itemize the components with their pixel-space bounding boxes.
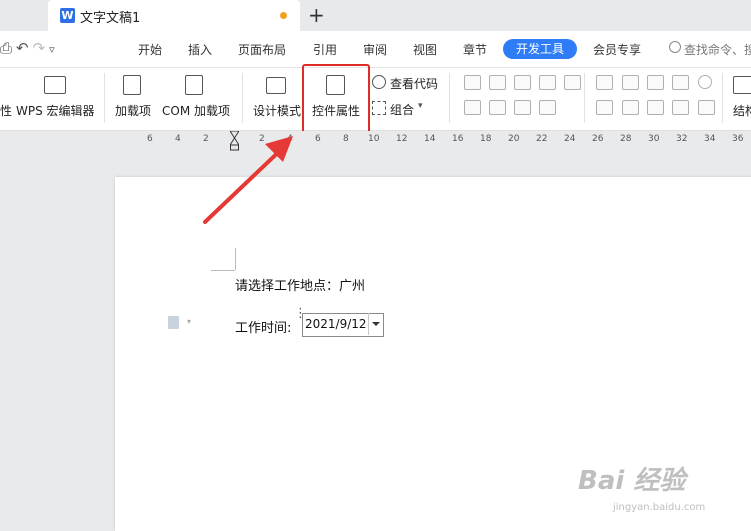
group-icon[interactable] — [372, 101, 386, 115]
scrollbar-control-icon[interactable] — [672, 75, 689, 90]
com-addins-button[interactable]: COM 加载项 — [162, 102, 230, 119]
annotation-arrow — [203, 136, 293, 224]
ruler-tick-label: 26 — [592, 134, 604, 144]
ruler-tick-label: 4 — [175, 134, 181, 144]
margin-corner-mark — [211, 270, 235, 271]
menu-developer-tools[interactable]: 开发工具 — [503, 39, 577, 59]
text-a-control-icon[interactable] — [596, 100, 613, 115]
field-control-icon[interactable] — [622, 100, 639, 115]
menu-view[interactable]: 视图 — [413, 41, 437, 58]
highlight-box — [302, 64, 370, 137]
menu-page-layout[interactable]: 页面布局 — [238, 41, 286, 58]
menu-references[interactable]: 引用 — [313, 41, 337, 58]
ruler-tick-label: 6 — [315, 134, 321, 144]
ruler-tick-label: 10 — [368, 134, 380, 144]
wps-macro-editor-button[interactable]: WPS 宏编辑器 — [16, 102, 95, 119]
menu-home[interactable]: 开始 — [138, 41, 162, 58]
ruler-tick-label: 8 — [343, 134, 349, 144]
ruler-tick-label: 6 — [147, 134, 153, 144]
radio-control-icon[interactable] — [698, 75, 712, 89]
button-btn-control-icon[interactable] — [647, 100, 664, 115]
design-mode-button[interactable]: 设计模式 — [253, 102, 301, 119]
ruler-tick-label: 14 — [424, 134, 436, 144]
ruler-tick-label: 18 — [480, 134, 492, 144]
ruler-tick-label: 28 — [620, 134, 632, 144]
button-control-icon[interactable] — [596, 75, 613, 90]
undo-icon[interactable]: ↶ — [16, 39, 33, 57]
chevron-down-icon[interactable]: ▿ — [49, 43, 59, 56]
search-icon[interactable] — [669, 41, 681, 53]
listbox-control-icon[interactable] — [647, 75, 664, 90]
ruler-tick-label: 30 — [648, 134, 660, 144]
design-mode-icon[interactable] — [266, 77, 286, 94]
ribbon-divider — [722, 73, 723, 123]
ruler-tick-label: 24 — [564, 134, 576, 144]
frame-control-icon[interactable] — [464, 100, 481, 115]
paragraph-options-icon[interactable] — [168, 316, 179, 329]
print-preview-icon[interactable]: ⎙ — [0, 39, 16, 57]
ribbon-partial-left-label: 性 — [0, 104, 13, 118]
menu-review[interactable]: 审阅 — [363, 41, 387, 58]
margin-corner-mark — [235, 248, 236, 270]
ribbon-divider — [449, 73, 450, 123]
new-tab-plus-icon[interactable]: + — [308, 3, 325, 27]
list-control-icon[interactable] — [489, 100, 506, 115]
quick-access-toolbar[interactable]: ⎙↶↷▿ — [0, 39, 59, 57]
table-control-icon[interactable] — [514, 100, 531, 115]
work-time-label: 工作时间: — [235, 321, 292, 336]
picture-control-icon[interactable] — [539, 75, 556, 90]
menu-section[interactable]: 章节 — [463, 41, 487, 58]
baidu-watermark: Bai 经验 — [578, 466, 686, 496]
date-dropdown-button[interactable] — [368, 313, 383, 335]
baidu-watermark-url: jingyan.baidu.com — [613, 502, 706, 513]
structure-icon[interactable] — [733, 76, 751, 94]
unsaved-dot-icon — [280, 12, 287, 19]
menu-member[interactable]: 会员专享 — [593, 41, 641, 58]
spin-control-icon[interactable] — [698, 100, 715, 115]
ribbon-divider — [584, 73, 585, 123]
structure-button[interactable]: 结构 — [733, 102, 751, 119]
ruler-tick-label: 34 — [704, 134, 716, 144]
addins-button[interactable]: 加载项 — [115, 102, 151, 119]
ruler-tick-label: 36 — [732, 134, 744, 144]
textbox-control-icon[interactable] — [464, 75, 481, 90]
checkbox-control-icon[interactable] — [622, 75, 639, 90]
combo-control-icon[interactable] — [564, 75, 581, 90]
date-picker-value[interactable]: 2021/9/12 — [305, 317, 367, 331]
group-button[interactable]: 组合 — [390, 101, 414, 118]
image-control-icon[interactable] — [514, 75, 531, 90]
toggle-control-icon[interactable] — [672, 100, 689, 115]
chevron-down-icon[interactable]: ▾ — [187, 317, 191, 326]
label-control-icon[interactable] — [489, 75, 506, 90]
document-line-location[interactable]: 请选择工作地点：广州 — [235, 275, 365, 294]
ruler-tick-label: 16 — [452, 134, 464, 144]
ruler-tick-label: 32 — [676, 134, 688, 144]
chevron-down-icon[interactable]: ▾ — [418, 101, 423, 111]
view-code-icon[interactable] — [372, 75, 386, 89]
search-command-input[interactable]: 查找命令、搜 — [684, 41, 751, 58]
wps-writer-icon: W — [60, 8, 75, 23]
view-code-button[interactable]: 查看代码 — [390, 75, 438, 92]
macro-editor-icon[interactable] — [44, 76, 66, 94]
ruler-tick-label: 12 — [396, 134, 408, 144]
ruler-tick-label: 22 — [536, 134, 548, 144]
ribbon-divider — [242, 73, 243, 123]
redo-icon[interactable]: ↷ — [33, 39, 50, 57]
tab-title: 文字文稿1 — [80, 11, 141, 26]
ribbon-divider — [104, 73, 105, 123]
ruler-tick-label: 20 — [508, 134, 520, 144]
com-addin-icon[interactable] — [185, 75, 203, 95]
grid-control-icon[interactable] — [539, 100, 556, 115]
menu-insert[interactable]: 插入 — [188, 41, 212, 58]
addin-cube-icon[interactable] — [123, 75, 141, 95]
